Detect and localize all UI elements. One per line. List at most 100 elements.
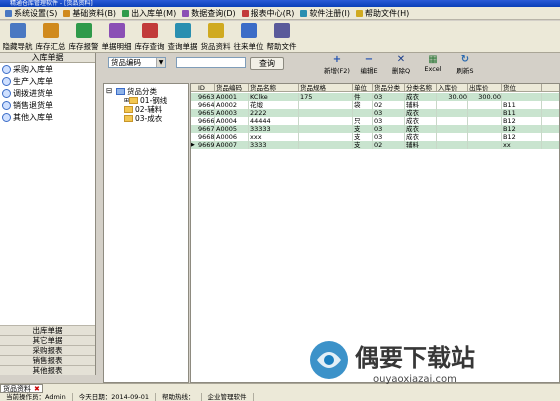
- column-header[interactable]: 货品名称: [249, 84, 299, 91]
- menu-item[interactable]: 出入库单(M): [119, 8, 179, 19]
- table-cell[interactable]: 03: [373, 117, 405, 125]
- table-cell[interactable]: 2222: [249, 109, 299, 117]
- table-cell[interactable]: A0006: [215, 133, 249, 141]
- table-cell[interactable]: [299, 125, 353, 133]
- table-cell[interactable]: xx: [502, 141, 542, 149]
- table-cell[interactable]: [299, 141, 353, 149]
- nav-section-header[interactable]: 其他报表: [0, 365, 95, 375]
- status-field[interactable]: 当前操作员：Admin: [0, 393, 73, 401]
- table-cell[interactable]: A0001: [215, 93, 249, 101]
- table-cell[interactable]: 33333: [249, 125, 299, 133]
- column-header[interactable]: 出库价: [468, 84, 502, 91]
- search-field-select[interactable]: 货品编码 ▼: [108, 57, 166, 68]
- table-cell[interactable]: 03: [373, 109, 405, 117]
- table-row[interactable]: 9666 A0004 44444 只 03 成衣 B12: [191, 117, 559, 125]
- table-cell[interactable]: 支: [353, 125, 373, 133]
- toolbar-button[interactable]: 往来单位: [232, 21, 265, 52]
- table-cell[interactable]: [468, 117, 502, 125]
- table-cell[interactable]: 9666: [197, 117, 215, 125]
- table-cell[interactable]: A0003: [215, 109, 249, 117]
- table-row[interactable]: ▶ 9669 A0007 3333 支 02 辅料 xx: [191, 141, 559, 149]
- table-cell[interactable]: 辅料: [405, 141, 437, 149]
- table-cell[interactable]: 9665: [197, 109, 215, 117]
- table-cell[interactable]: [437, 109, 468, 117]
- nav-section-header[interactable]: 其它单据: [0, 335, 95, 345]
- nav-item[interactable]: 采购入库单: [0, 63, 95, 75]
- table-cell[interactable]: 只: [353, 117, 373, 125]
- table-cell[interactable]: [468, 101, 502, 109]
- status-field[interactable]: 帮助热线：: [156, 393, 202, 401]
- status-field[interactable]: 企业管理软件: [202, 393, 254, 401]
- expand-icon[interactable]: ⊟: [106, 86, 112, 95]
- toolbar-button[interactable]: 货品资料: [199, 21, 232, 52]
- menu-item[interactable]: 基础资料(B): [60, 8, 119, 19]
- table-cell[interactable]: [437, 133, 468, 141]
- table-cell[interactable]: [468, 133, 502, 141]
- table-row[interactable]: 9663 A0001 KClke 175 件 03 成衣 30.00 300.00: [191, 93, 559, 101]
- column-header[interactable]: 货品分类: [373, 84, 405, 91]
- search-button[interactable]: 查询: [250, 57, 284, 70]
- nav-section-header[interactable]: 销售报表: [0, 355, 95, 365]
- column-header[interactable]: 货品编码: [215, 84, 249, 91]
- toolbar-button[interactable]: 查询单据: [166, 21, 199, 52]
- table-row[interactable]: 9668 A0006 xxx 支 03 成衣 B12: [191, 133, 559, 141]
- menu-item[interactable]: 数据查询(D): [179, 8, 238, 19]
- table-cell[interactable]: A0002: [215, 101, 249, 109]
- table-cell[interactable]: 300.00: [468, 93, 502, 101]
- table-cell[interactable]: [299, 109, 353, 117]
- table-cell[interactable]: [437, 101, 468, 109]
- nav-header-inbound[interactable]: 入库单据: [0, 53, 95, 63]
- tab-goods[interactable]: 货品资料 ✖: [0, 384, 43, 393]
- table-cell[interactable]: KClke: [249, 93, 299, 101]
- table-cell[interactable]: [299, 133, 353, 141]
- table-cell[interactable]: B12: [502, 117, 542, 125]
- table-cell[interactable]: A0007: [215, 141, 249, 149]
- table-cell[interactable]: A0004: [215, 117, 249, 125]
- toolbar-button[interactable]: 库存汇总: [34, 21, 67, 52]
- table-cell[interactable]: A0005: [215, 125, 249, 133]
- table-cell[interactable]: 支: [353, 133, 373, 141]
- table-cell[interactable]: [353, 109, 373, 117]
- toolbar-button[interactable]: 库存查询: [133, 21, 166, 52]
- nav-item[interactable]: 其他入库单: [0, 111, 95, 123]
- table-cell[interactable]: 02: [373, 141, 405, 149]
- column-header[interactable]: 货位: [502, 84, 542, 91]
- toolbar-button[interactable]: 单据明细: [100, 21, 133, 52]
- status-field[interactable]: 今天日期：2014-09-01: [73, 393, 156, 401]
- table-cell[interactable]: 成衣: [405, 93, 437, 101]
- table-cell[interactable]: B12: [502, 125, 542, 133]
- table-cell[interactable]: 02: [373, 101, 405, 109]
- table-cell[interactable]: [468, 141, 502, 149]
- table-cell[interactable]: [468, 109, 502, 117]
- table-cell[interactable]: 成衣: [405, 125, 437, 133]
- table-cell[interactable]: 44444: [249, 117, 299, 125]
- nav-item[interactable]: 生产入库单: [0, 75, 95, 87]
- table-cell[interactable]: 9669: [197, 141, 215, 149]
- chevron-down-icon[interactable]: ▼: [156, 58, 165, 67]
- tree-node[interactable]: 03-成衣: [124, 113, 162, 124]
- table-cell[interactable]: [437, 125, 468, 133]
- menu-item[interactable]: 报表中心(R): [239, 8, 298, 19]
- table-cell[interactable]: 袋: [353, 101, 373, 109]
- close-icon[interactable]: ✖: [34, 385, 40, 393]
- table-cell[interactable]: B11: [502, 109, 542, 117]
- table-cell[interactable]: 9664: [197, 101, 215, 109]
- action-button[interactable]: ↻ 刷新S: [450, 54, 480, 76]
- toolbar-button[interactable]: 隐藏导航: [1, 21, 34, 52]
- nav-item[interactable]: 调拨进货单: [0, 87, 95, 99]
- table-cell[interactable]: 3333: [249, 141, 299, 149]
- menu-item[interactable]: 软件注册(I): [297, 8, 353, 19]
- column-header[interactable]: 入库价: [437, 84, 468, 91]
- table-cell[interactable]: [299, 117, 353, 125]
- menu-item[interactable]: 系统设置(S): [2, 8, 60, 19]
- action-button[interactable]: ▦ Excel: [418, 54, 448, 76]
- nav-item[interactable]: 销售退货单: [0, 99, 95, 111]
- toolbar-button[interactable]: 帮助文件: [265, 21, 298, 52]
- table-cell[interactable]: 辅料: [405, 101, 437, 109]
- action-button[interactable]: + 新增(F2): [322, 54, 352, 76]
- table-cell[interactable]: B11: [502, 101, 542, 109]
- menu-item[interactable]: 帮助文件(H): [353, 8, 412, 19]
- table-cell[interactable]: 支: [353, 141, 373, 149]
- table-cell[interactable]: 花缎: [249, 101, 299, 109]
- table-row[interactable]: 9667 A0005 33333 支 03 成衣 B12: [191, 125, 559, 133]
